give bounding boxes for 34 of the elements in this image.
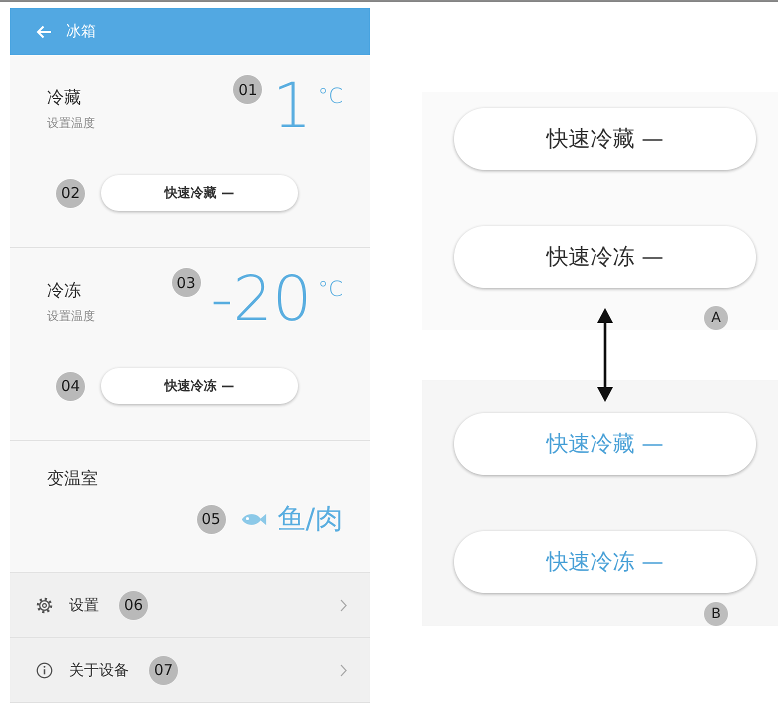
callout-badge: 01: [233, 75, 262, 104]
back-arrow-icon[interactable]: [36, 24, 52, 38]
quick-mode-button[interactable]: 快速冷藏 —: [454, 108, 756, 170]
callout-badge: B: [704, 602, 728, 626]
callout-badge: 02: [56, 178, 85, 208]
compartment-title: 冷冻: [47, 280, 82, 302]
temperature-value: -20: [210, 268, 312, 330]
settings-icon: [36, 596, 53, 614]
callout-badge: 04: [56, 372, 85, 400]
temperature-unit: °C: [318, 84, 343, 108]
temperature-value: 1: [272, 75, 312, 137]
callout-badge: 05: [196, 504, 226, 534]
compartment-subtitle: 设置温度: [47, 308, 95, 324]
quick-mode-button[interactable]: 快速冷冻 —: [454, 226, 756, 288]
info-icon: [36, 662, 53, 678]
menu-item-label: 设置: [69, 596, 99, 614]
compartment-subtitle: 设置温度: [47, 115, 95, 131]
menu-item-label: 关于设备: [69, 660, 129, 680]
quick-mode-button[interactable]: 快速冷冻 —: [101, 368, 298, 404]
chevron-right-icon: [340, 664, 347, 676]
compartment-title: 变温室: [47, 468, 99, 490]
callout-badge: A: [704, 306, 728, 330]
double-arrow-icon: [597, 308, 613, 402]
menu-item[interactable]: 关于设备 07: [10, 638, 370, 703]
callout-badge: 07: [149, 656, 178, 684]
quick-mode-button[interactable]: 快速冷藏 —: [101, 175, 298, 211]
callout-badge: 03: [172, 268, 201, 297]
compartment-title: 冷藏: [47, 87, 82, 109]
temperature-unit: °C: [318, 277, 343, 301]
callout-badge: 06: [119, 590, 148, 620]
app-bar-title: 冰箱: [66, 22, 96, 41]
chevron-right-icon: [340, 598, 347, 612]
mode-label: 鱼/肉: [278, 504, 343, 534]
menu-item[interactable]: 设置 06: [10, 573, 370, 638]
